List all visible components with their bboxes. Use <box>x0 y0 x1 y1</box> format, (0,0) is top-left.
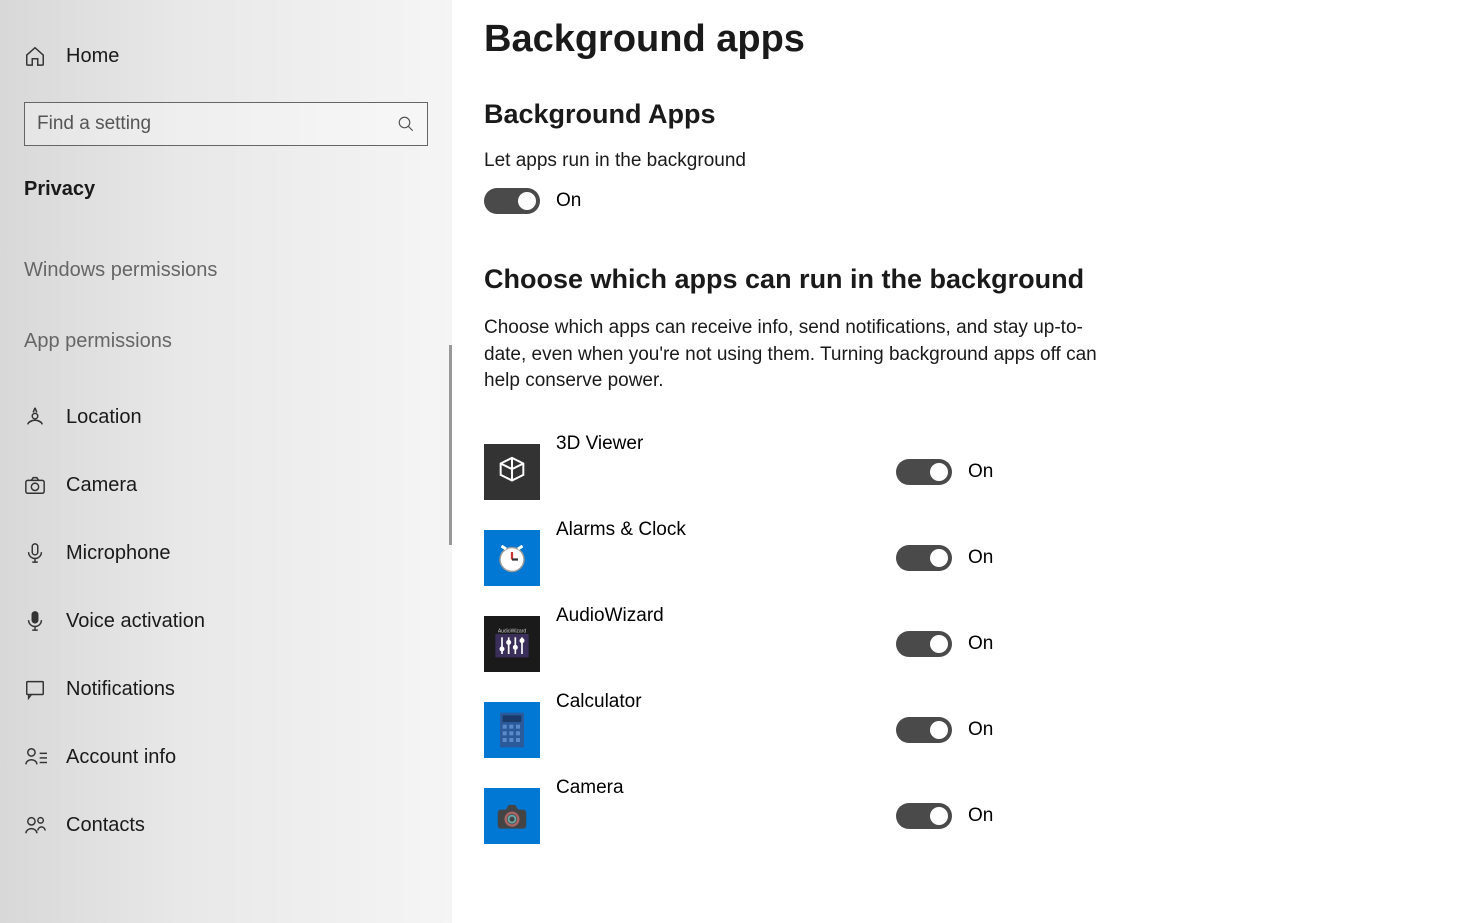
app-toggle-audiowizard[interactable] <box>896 631 952 657</box>
location-icon <box>24 406 66 428</box>
svg-text:AudioWizard: AudioWizard <box>498 628 527 634</box>
sidebar-item-camera[interactable]: Camera <box>0 451 452 519</box>
master-toggle-state: On <box>556 190 581 212</box>
sidebar-item-notifications[interactable]: Notifications <box>0 655 452 723</box>
app-icon-audiowizard: AudioWizard <box>484 616 540 672</box>
sidebar-item-voice-activation[interactable]: Voice activation <box>0 587 452 655</box>
app-toggle-state: On <box>968 805 993 827</box>
sidebar-item-label: Notifications <box>66 678 175 701</box>
section-choose-apps: Choose which apps can run in the backgro… <box>484 264 1444 295</box>
account-info-icon <box>24 746 66 768</box>
page-title: Background apps <box>484 18 1444 61</box>
app-name: 3D Viewer <box>556 429 896 455</box>
app-toggle-state: On <box>968 719 993 741</box>
group-app-permissions: App permissions <box>0 312 452 383</box>
camera-icon <box>24 474 66 496</box>
search-input[interactable] <box>37 113 397 135</box>
app-name: Calculator <box>556 687 896 713</box>
app-row-3d-viewer: 3D Viewer On <box>484 429 1444 515</box>
app-icon-calculator <box>484 702 540 758</box>
app-row-audiowizard: AudioWizard AudioWizard On <box>484 601 1444 687</box>
sidebar-item-account-info[interactable]: Account info <box>0 723 452 791</box>
sidebar-item-label: Account info <box>66 746 176 769</box>
home-icon <box>24 45 66 67</box>
app-name: AudioWizard <box>556 601 896 627</box>
app-toggle-3d-viewer[interactable] <box>896 459 952 485</box>
sidebar-item-microphone[interactable]: Microphone <box>0 519 452 587</box>
app-toggle-camera[interactable] <box>896 803 952 829</box>
app-toggle-state: On <box>968 547 993 569</box>
app-toggle-alarms-clock[interactable] <box>896 545 952 571</box>
voice-activation-icon <box>24 610 66 632</box>
search-input-wrap[interactable] <box>24 102 428 146</box>
home-nav-item[interactable]: Home <box>0 22 452 90</box>
main-content: Background apps Background Apps Let apps… <box>452 0 1484 923</box>
sidebar-item-label: Camera <box>66 474 137 497</box>
notifications-icon <box>24 678 66 700</box>
sidebar-item-label: Contacts <box>66 814 145 837</box>
app-icon-3d-viewer <box>484 444 540 500</box>
microphone-icon <box>24 542 66 564</box>
contacts-icon <box>24 814 66 836</box>
sidebar: Home Privacy Windows permissions App per… <box>0 0 452 923</box>
app-name: Alarms & Clock <box>556 515 896 541</box>
category-title: Privacy <box>0 164 452 241</box>
app-icon-alarms-clock <box>484 530 540 586</box>
group-windows-permissions: Windows permissions <box>0 241 452 312</box>
master-toggle-label: Let apps run in the background <box>484 150 1444 172</box>
app-toggle-state: On <box>968 461 993 483</box>
app-toggle-state: On <box>968 633 993 655</box>
section-background-apps: Background Apps <box>484 99 1444 130</box>
sidebar-item-label: Microphone <box>66 542 171 565</box>
sidebar-scroll-indicator[interactable] <box>449 345 452 545</box>
app-row-camera: Camera On <box>484 773 1444 859</box>
app-name: Camera <box>556 773 896 799</box>
home-label: Home <box>66 45 119 68</box>
app-row-calculator: Calculator On <box>484 687 1444 773</box>
search-icon <box>397 115 415 133</box>
master-toggle[interactable] <box>484 188 540 214</box>
sidebar-item-location[interactable]: Location <box>0 383 452 451</box>
sidebar-item-contacts[interactable]: Contacts <box>0 791 452 859</box>
section-choose-apps-desc: Choose which apps can receive info, send… <box>484 315 1104 395</box>
sidebar-item-label: Location <box>66 406 142 429</box>
sidebar-item-label: Voice activation <box>66 610 205 633</box>
app-icon-camera-app <box>484 788 540 844</box>
app-toggle-calculator[interactable] <box>896 717 952 743</box>
app-row-alarms-clock: Alarms & Clock On <box>484 515 1444 601</box>
